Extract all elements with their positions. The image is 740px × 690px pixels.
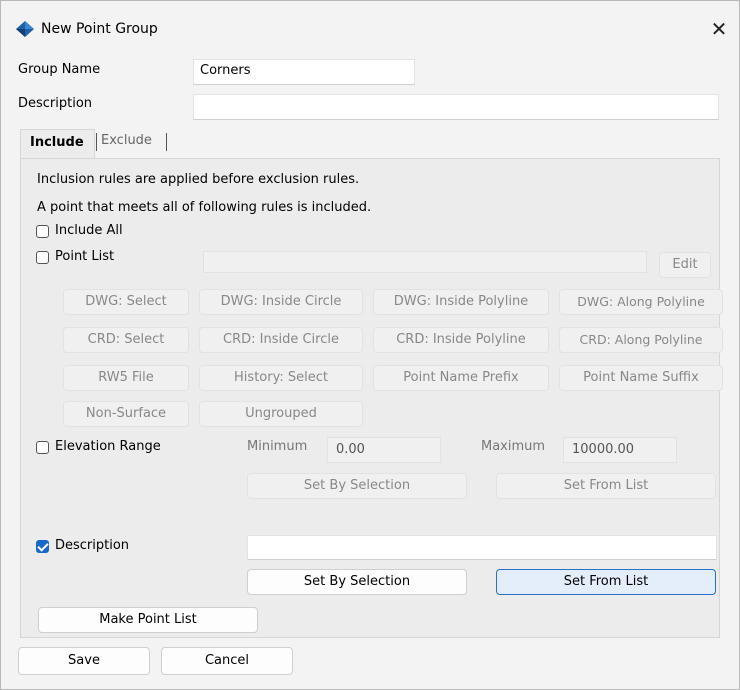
tab-include[interactable]: Include	[20, 129, 95, 159]
close-button[interactable]: ✕	[701, 15, 737, 43]
ungrouped-button[interactable]: Ungrouped	[199, 401, 363, 427]
rw5-file-button[interactable]: RW5 File	[63, 365, 189, 391]
description-set-from-list-button[interactable]: Set From List	[496, 569, 716, 595]
description-rule-checkbox[interactable]: Description	[36, 538, 196, 556]
group-name-label: Group Name	[18, 62, 101, 77]
elevation-range-check	[36, 441, 49, 454]
maximum-label: Maximum	[481, 439, 546, 454]
make-point-list-button[interactable]: Make Point List	[38, 607, 258, 633]
title-bar: New Point Group ✕	[1, 1, 739, 45]
tab-separator	[166, 133, 167, 151]
crd-along-polyline-button[interactable]: CRD: Along Polyline	[559, 327, 723, 353]
dialog-window: New Point Group ✕ Group Name Corners Des…	[0, 0, 740, 690]
point-name-prefix-button[interactable]: Point Name Prefix	[373, 365, 549, 391]
save-button[interactable]: Save	[18, 647, 150, 675]
include-all-label: Include All	[55, 223, 123, 238]
maximum-field[interactable]: 10000.00	[563, 437, 677, 463]
non-surface-button[interactable]: Non-Surface	[63, 401, 189, 427]
description-set-by-selection-button[interactable]: Set By Selection	[247, 569, 467, 595]
elevation-range-label: Elevation Range	[55, 439, 161, 454]
point-name-suffix-button[interactable]: Point Name Suffix	[559, 365, 723, 391]
description-input[interactable]	[193, 94, 719, 120]
minimum-field[interactable]: 0.00	[327, 437, 441, 463]
elevation-set-from-list-button[interactable]: Set From List	[496, 473, 716, 499]
group-name-input[interactable]: Corners	[193, 59, 415, 85]
include-all-check	[36, 225, 49, 238]
history-select-button[interactable]: History: Select	[199, 365, 363, 391]
info-line-1: Inclusion rules are applied before exclu…	[37, 172, 360, 187]
info-line-2: A point that meets all of following rule…	[37, 200, 372, 215]
description-rule-label: Description	[55, 538, 130, 553]
include-all-checkbox[interactable]: Include All	[36, 223, 176, 241]
dialog-title: New Point Group	[41, 21, 158, 37]
point-list-label: Point List	[55, 249, 115, 264]
elevation-range-checkbox[interactable]: Elevation Range	[36, 439, 196, 457]
point-list-edit-button[interactable]: Edit	[659, 252, 711, 278]
point-list-field[interactable]	[203, 251, 647, 273]
cancel-button[interactable]: Cancel	[161, 647, 293, 675]
elevation-set-by-selection-button[interactable]: Set By Selection	[247, 473, 467, 499]
point-list-checkbox[interactable]: Point List	[36, 249, 176, 267]
dwg-inside-circle-button[interactable]: DWG: Inside Circle	[199, 289, 363, 315]
description-label: Description	[18, 96, 93, 111]
crd-select-button[interactable]: CRD: Select	[63, 327, 189, 353]
minimum-label: Minimum	[247, 439, 308, 454]
dwg-along-polyline-button[interactable]: DWG: Along Polyline	[559, 289, 723, 315]
crd-inside-circle-button[interactable]: CRD: Inside Circle	[199, 327, 363, 353]
description-rule-input[interactable]	[247, 535, 717, 560]
app-icon	[16, 21, 34, 37]
description-rule-check	[36, 540, 49, 553]
tab-separator	[96, 133, 97, 151]
tab-include-label: Include	[30, 135, 84, 150]
point-list-check	[36, 251, 49, 264]
close-icon: ✕	[710, 17, 728, 41]
dwg-select-button[interactable]: DWG: Select	[63, 289, 189, 315]
crd-inside-polyline-button[interactable]: CRD: Inside Polyline	[373, 327, 549, 353]
tab-exclude[interactable]: Exclude	[95, 131, 170, 155]
dwg-inside-polyline-button[interactable]: DWG: Inside Polyline	[373, 289, 549, 315]
tab-exclude-label: Exclude	[101, 133, 152, 148]
